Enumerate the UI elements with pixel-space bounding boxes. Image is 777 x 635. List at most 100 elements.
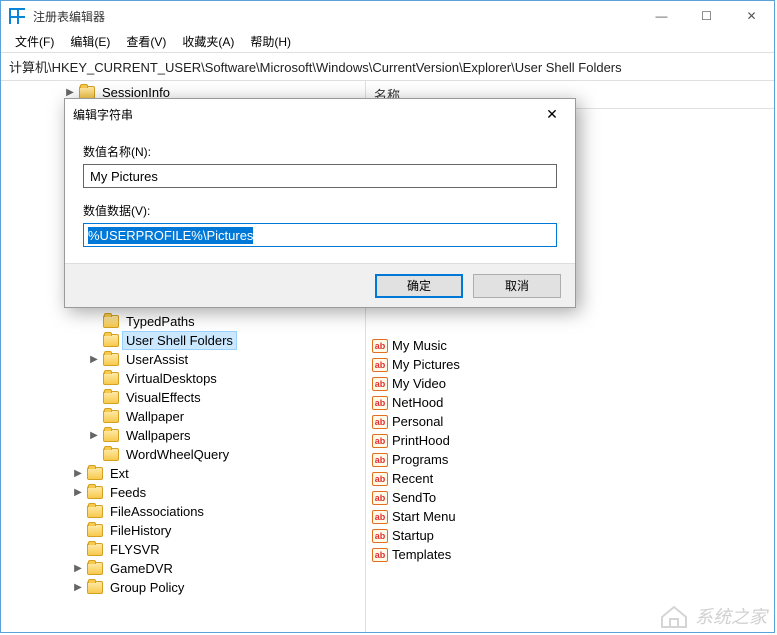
- tree-item[interactable]: FileHistory: [7, 521, 365, 540]
- list-row[interactable]: ab My Music: [366, 336, 774, 355]
- string-value-icon: ab: [372, 548, 388, 562]
- tree-item[interactable]: TypedPaths: [7, 312, 365, 331]
- value-data-text: %USERPROFILE%\Pictures: [88, 227, 253, 244]
- ok-button[interactable]: 确定: [375, 274, 463, 298]
- list-row[interactable]: ab PrintHood: [366, 431, 774, 450]
- folder-icon: [103, 334, 119, 347]
- tree-item[interactable]: FLYSVR: [7, 540, 365, 559]
- list-item-name: My Video: [392, 376, 446, 391]
- list-row[interactable]: abSendTo: [366, 488, 774, 507]
- titlebar: 注册表编辑器 — ☐ ✕: [1, 1, 774, 31]
- cancel-button[interactable]: 取消: [473, 274, 561, 298]
- folder-icon: [103, 429, 119, 442]
- tree-item-label: UserAssist: [123, 351, 191, 368]
- address-bar[interactable]: 计算机\HKEY_CURRENT_USER\Software\Microsoft…: [1, 53, 774, 81]
- list-row[interactable]: abRecent: [366, 469, 774, 488]
- maximize-button[interactable]: ☐: [684, 1, 729, 31]
- chevron-right-icon[interactable]: ▶: [71, 468, 85, 479]
- chevron-right-icon[interactable]: ▶: [71, 487, 85, 498]
- list-row[interactable]: abPrograms: [366, 450, 774, 469]
- folder-icon: [103, 315, 119, 328]
- tree-item-label: WordWheelQuery: [123, 446, 232, 463]
- tree-item[interactable]: ▶ Wallpapers: [7, 426, 365, 445]
- tree-item[interactable]: ▶ Group Policy: [7, 578, 365, 597]
- registry-editor-window: 注册表编辑器 — ☐ ✕ 文件(F) 编辑(E) 查看(V) 收藏夹(A) 帮助…: [0, 0, 775, 633]
- folder-icon: [103, 372, 119, 385]
- folder-icon: [87, 505, 103, 518]
- folder-icon: [103, 410, 119, 423]
- tree-item-label: FileAssociations: [107, 503, 207, 520]
- tree-item[interactable]: VisualEffects: [7, 388, 365, 407]
- list-row[interactable]: ab My Pictures: [366, 355, 774, 374]
- chevron-right-icon[interactable]: ▶: [71, 563, 85, 574]
- list-item-name: Templates: [392, 547, 451, 562]
- menu-edit[interactable]: 编辑(E): [62, 31, 118, 52]
- value-name-label: 数值名称(N):: [83, 143, 557, 160]
- tree-item-label: VisualEffects: [123, 389, 204, 406]
- folder-icon: [87, 467, 103, 480]
- list-item-name: Start Menu: [392, 509, 456, 524]
- string-value-icon: ab: [372, 529, 388, 543]
- close-button[interactable]: ✕: [729, 1, 774, 31]
- string-value-icon: ab: [372, 510, 388, 524]
- tree-item-label: FileHistory: [107, 522, 174, 539]
- folder-icon: [103, 448, 119, 461]
- string-value-icon: ab: [372, 491, 388, 505]
- list-item-name: My Music: [392, 338, 447, 353]
- folder-icon: [87, 581, 103, 594]
- chevron-right-icon[interactable]: ▶: [63, 87, 77, 98]
- string-value-icon: ab: [372, 358, 388, 372]
- tree-item[interactable]: ▶ UserAssist: [7, 350, 365, 369]
- menu-view[interactable]: 查看(V): [118, 31, 174, 52]
- tree-item[interactable]: ▶ GameDVR: [7, 559, 365, 578]
- tree-item-label: Feeds: [107, 484, 149, 501]
- list-row[interactable]: ab Templates: [366, 545, 774, 564]
- tree-item-label: GameDVR: [107, 560, 176, 577]
- list-row[interactable]: abMy Video: [366, 374, 774, 393]
- list-item-name: NetHood: [392, 395, 443, 410]
- dialog-title: 编辑字符串: [73, 106, 537, 123]
- tree-item-label: FLYSVR: [107, 541, 163, 558]
- menu-file[interactable]: 文件(F): [7, 31, 62, 52]
- dialog-titlebar: 编辑字符串 ✕: [65, 99, 575, 129]
- folder-icon: [103, 391, 119, 404]
- menu-help[interactable]: 帮助(H): [242, 31, 299, 52]
- app-icon: [9, 8, 25, 24]
- dialog-body: 数值名称(N): 数值数据(V): %USERPROFILE%\Pictures: [65, 129, 575, 263]
- list-item-name: Personal: [392, 414, 443, 429]
- menubar: 文件(F) 编辑(E) 查看(V) 收藏夹(A) 帮助(H): [1, 31, 774, 53]
- string-value-icon: ab: [372, 434, 388, 448]
- tree-item-label: VirtualDesktops: [123, 370, 220, 387]
- folder-icon: [87, 543, 103, 556]
- minimize-button[interactable]: —: [639, 1, 684, 31]
- list-item-name: My Pictures: [392, 357, 460, 372]
- tree-item-label: Wallpapers: [123, 427, 194, 444]
- string-value-icon: ab: [372, 415, 388, 429]
- tree-item[interactable]: Wallpaper: [7, 407, 365, 426]
- tree-item-label: Ext: [107, 465, 132, 482]
- list-row[interactable]: abStartup: [366, 526, 774, 545]
- folder-icon: [87, 486, 103, 499]
- list-item-name: PrintHood: [392, 433, 450, 448]
- chevron-right-icon[interactable]: ▶: [87, 354, 101, 365]
- value-name-field[interactable]: [83, 164, 557, 188]
- chevron-right-icon[interactable]: ▶: [87, 430, 101, 441]
- tree-item[interactable]: User Shell Folders: [7, 331, 365, 350]
- menu-favorites[interactable]: 收藏夹(A): [174, 31, 242, 52]
- edit-string-dialog: 编辑字符串 ✕ 数值名称(N): 数值数据(V): %USERPROFILE%\…: [64, 98, 576, 308]
- list-row[interactable]: ab Personal: [366, 412, 774, 431]
- string-value-icon: ab: [372, 396, 388, 410]
- string-value-icon: ab: [372, 453, 388, 467]
- tree-item[interactable]: VirtualDesktops: [7, 369, 365, 388]
- tree-item[interactable]: FileAssociations: [7, 502, 365, 521]
- tree-item[interactable]: WordWheelQuery: [7, 445, 365, 464]
- list-row[interactable]: ab NetHood: [366, 393, 774, 412]
- value-data-field[interactable]: %USERPROFILE%\Pictures: [83, 223, 557, 247]
- chevron-right-icon[interactable]: ▶: [71, 582, 85, 593]
- tree-item[interactable]: ▶ Feeds: [7, 483, 365, 502]
- tree-item-label: Group Policy: [107, 579, 187, 596]
- tree-item[interactable]: ▶ Ext: [7, 464, 365, 483]
- string-value-icon: ab: [372, 339, 388, 353]
- dialog-close-button[interactable]: ✕: [537, 106, 567, 123]
- list-row[interactable]: ab Start Menu: [366, 507, 774, 526]
